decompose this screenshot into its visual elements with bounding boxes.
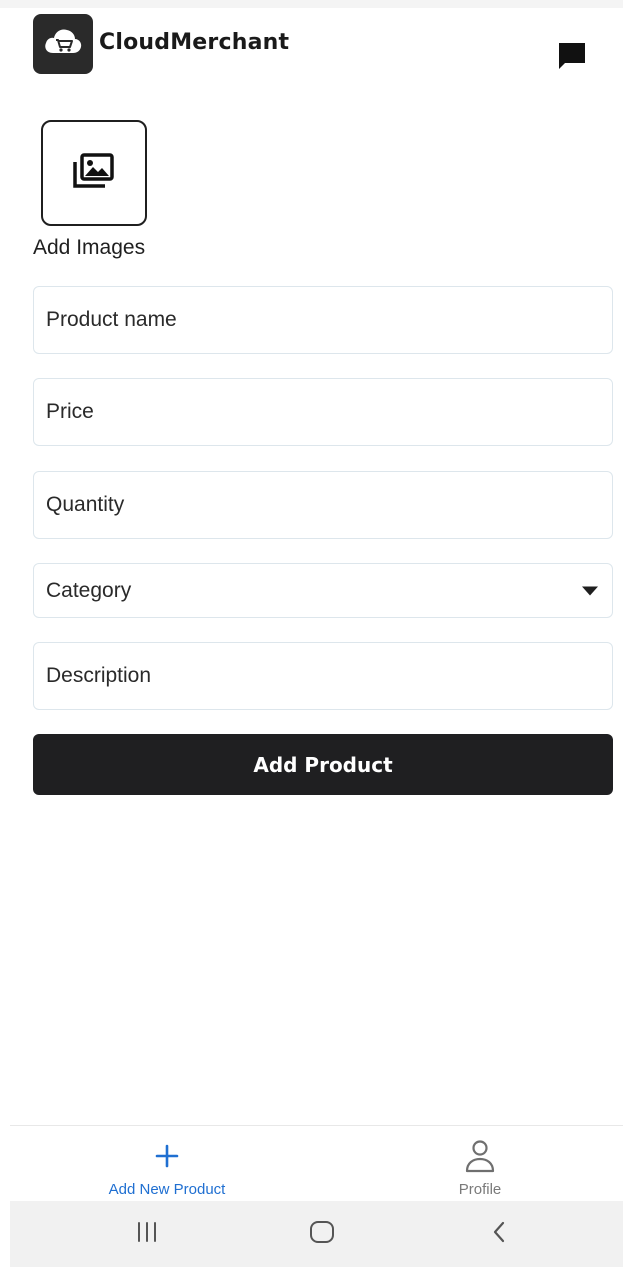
price-field[interactable]: Price (33, 378, 613, 446)
price-placeholder: Price (46, 400, 94, 423)
home-icon (308, 1220, 336, 1249)
chat-button[interactable] (552, 38, 592, 78)
system-navigation-bar (10, 1201, 623, 1267)
nav-add-new-product-label: Add New Product (108, 1181, 226, 1198)
back-icon (489, 1220, 509, 1249)
app-header: CloudMerchant (0, 8, 623, 80)
nav-profile[interactable]: Profile (380, 1126, 580, 1202)
add-images-label: Add Images (33, 236, 146, 259)
nav-add-new-product[interactable]: Add New Product (67, 1126, 267, 1202)
home-button[interactable] (300, 1214, 344, 1254)
app-title: CloudMerchant (99, 30, 290, 55)
app-logo (33, 14, 93, 74)
quantity-field[interactable]: Quantity (33, 471, 613, 539)
chat-icon (556, 40, 588, 77)
back-button[interactable] (477, 1214, 521, 1254)
plus-icon (149, 1138, 185, 1174)
recents-button[interactable] (125, 1214, 169, 1254)
status-bar (0, 0, 623, 8)
bottom-navigation: Add New Product Profile (10, 1125, 623, 1201)
nav-profile-label: Profile (458, 1181, 502, 1198)
description-placeholder: Description (46, 664, 152, 687)
quantity-placeholder: Quantity (46, 493, 125, 516)
recents-icon (134, 1221, 160, 1248)
person-icon (462, 1138, 498, 1174)
cloud-cart-icon (43, 25, 83, 64)
dropdown-arrow-icon (582, 586, 598, 595)
category-placeholder: Category (46, 578, 132, 602)
add-product-button[interactable]: Add Product (33, 734, 613, 795)
image-gallery-icon (72, 152, 116, 194)
product-name-placeholder: Product name (46, 308, 177, 331)
description-field[interactable]: Description (33, 642, 613, 710)
add-images-button[interactable] (41, 120, 147, 226)
product-name-field[interactable]: Product name (33, 286, 613, 354)
category-select[interactable]: Category (33, 563, 613, 618)
